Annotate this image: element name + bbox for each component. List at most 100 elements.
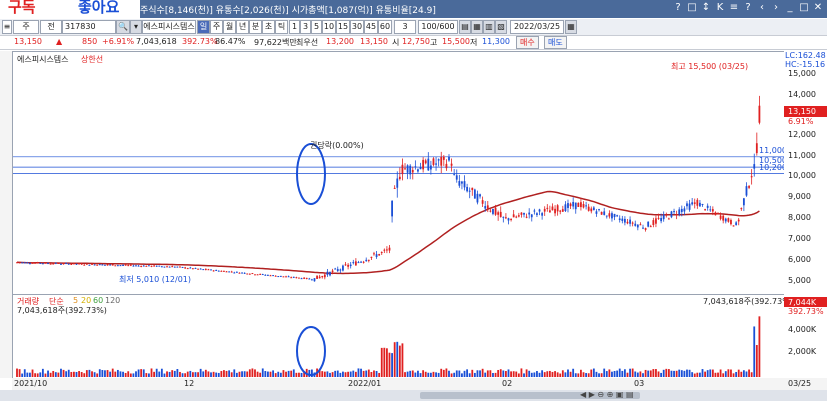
k-icon[interactable]: K — [715, 2, 725, 13]
period-month[interactable]: 월 — [223, 20, 236, 34]
chart-scrollbar[interactable]: ◀ ▶ ⊖ ⊕ ▣ ▤ — [0, 390, 827, 401]
grid-icon[interactable]: ▥ — [483, 20, 495, 34]
candle-body — [290, 277, 293, 279]
volume-bar — [724, 371, 727, 377]
candle-body — [127, 265, 130, 267]
candle-body — [404, 168, 406, 170]
volume-bar — [528, 370, 531, 377]
banner-subscribe: 구독 — [8, 0, 36, 16]
candle-body — [199, 268, 202, 270]
num-30[interactable]: 30 — [350, 20, 364, 34]
volume-bars[interactable] — [13, 295, 785, 379]
num-15[interactable]: 15 — [336, 20, 350, 34]
candle-body — [124, 264, 127, 266]
period-day[interactable]: 일 — [197, 20, 210, 34]
candle-body — [235, 271, 238, 273]
search-icon[interactable]: 🔍 — [116, 20, 130, 34]
help2-icon[interactable]: ? — [743, 2, 753, 13]
volume-bar — [600, 373, 603, 377]
num-10[interactable]: 10 — [322, 20, 336, 34]
candle-body — [116, 265, 119, 267]
minimize-icon[interactable]: _ — [785, 2, 795, 13]
candle-body — [67, 263, 70, 265]
volume-bar — [31, 369, 34, 377]
candle-body — [719, 215, 722, 219]
change-pct: +6.91% — [102, 37, 135, 46]
candle-body — [442, 156, 445, 160]
volume-bar — [251, 368, 254, 377]
num-3[interactable]: 3 — [300, 20, 311, 34]
period-tick[interactable]: 틱 — [275, 20, 288, 34]
candle-body — [339, 269, 342, 271]
code-input[interactable]: 317830 — [62, 20, 116, 34]
candle-body — [582, 204, 585, 208]
candle-body — [246, 273, 249, 275]
resize-icon[interactable]: ↕ — [701, 2, 711, 13]
restore-icon[interactable]: □ — [687, 2, 697, 13]
close-icon[interactable]: ✕ — [813, 2, 823, 13]
turnover-ratio: 86.47% — [215, 37, 246, 46]
volume-bar — [621, 370, 624, 377]
volume-bar — [217, 372, 220, 377]
scroll-controls-icon[interactable]: ◀ ▶ ⊖ ⊕ ▣ ▤ — [580, 390, 634, 399]
period-minute[interactable]: 분 — [249, 20, 262, 34]
volume-bar — [613, 370, 616, 377]
volume-bar — [323, 371, 326, 377]
volume-bar — [54, 372, 57, 377]
candle-body — [758, 105, 761, 123]
menu-icon[interactable]: ≡ — [729, 2, 739, 13]
candle-body — [171, 266, 174, 268]
count-select[interactable]: 3 — [394, 20, 416, 34]
num-60[interactable]: 60 — [378, 20, 392, 34]
volume-bar — [269, 371, 272, 377]
ratio-input[interactable]: 100/600 — [418, 20, 458, 34]
maximize-icon[interactable]: □ — [799, 2, 809, 13]
volume-bar — [429, 372, 432, 377]
volume-bar — [680, 370, 683, 377]
period-week[interactable]: 주 — [210, 20, 223, 34]
calc-icon[interactable]: ▦ — [471, 20, 483, 34]
candlestick-chart[interactable] — [13, 52, 785, 295]
list-icon[interactable]: ≡ — [2, 20, 12, 34]
volume-bar — [173, 370, 176, 377]
volume-bar — [295, 372, 298, 377]
buy-button[interactable]: 매수 — [516, 36, 539, 49]
num-1[interactable]: 1 — [289, 20, 300, 34]
volume-bar — [153, 371, 156, 377]
candle-body — [600, 211, 603, 215]
candle-body — [267, 274, 269, 276]
calendar-icon[interactable]: ▦ — [565, 20, 577, 34]
type-select[interactable]: 주 — [13, 20, 39, 34]
candle-body — [323, 274, 326, 278]
volume-bar — [181, 373, 184, 377]
volume-bar — [422, 370, 425, 377]
price-chart[interactable]: 에스피시스템스 상한선 최고 15,500 (03/25) 최저 5,010 (… — [12, 51, 787, 296]
volume-bar — [292, 369, 295, 377]
next-icon[interactable]: › — [771, 2, 781, 13]
candle-body — [300, 278, 303, 280]
candle-body — [254, 274, 256, 276]
sell-button[interactable]: 매도 — [544, 36, 567, 49]
volume-bar — [512, 371, 515, 377]
prev-icon[interactable]: ‹ — [757, 2, 767, 13]
chart-icon[interactable]: ▤ — [459, 20, 471, 34]
volume-bar — [642, 373, 644, 377]
num-45[interactable]: 45 — [364, 20, 378, 34]
volume-bar — [347, 371, 350, 377]
help-icon[interactable]: ? — [673, 2, 683, 13]
candle-body — [709, 209, 712, 211]
volume-chart[interactable]: 거래량 단순 5 20 60 120 7,043,618주(392.73%) 7… — [12, 294, 793, 380]
date-input[interactable]: 2022/03/25 — [510, 20, 564, 34]
volume-bar — [70, 371, 73, 377]
volume-bar — [616, 370, 619, 377]
period-year[interactable]: 년 — [236, 20, 249, 34]
mode-select[interactable]: 전 — [40, 20, 62, 34]
moving-average-line — [16, 190, 760, 275]
candle-body — [626, 221, 629, 224]
chevron-down-icon[interactable]: ▾ — [130, 20, 142, 34]
candle-body — [160, 266, 163, 268]
period-second[interactable]: 초 — [262, 20, 275, 34]
num-5[interactable]: 5 — [311, 20, 322, 34]
bar-icon[interactable]: ▧ — [495, 20, 507, 34]
candle-body — [179, 266, 181, 268]
